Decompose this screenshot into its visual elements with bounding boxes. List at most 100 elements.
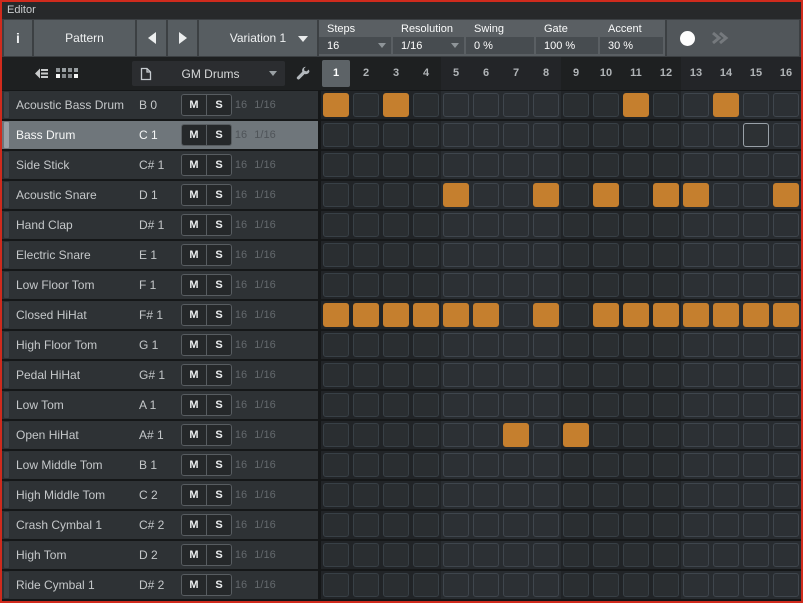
step-cell[interactable] xyxy=(383,453,409,477)
step-cell[interactable] xyxy=(773,423,799,447)
step-cell[interactable] xyxy=(383,513,409,537)
step-cell[interactable] xyxy=(593,513,619,537)
step-cell[interactable] xyxy=(413,513,439,537)
step-cell[interactable] xyxy=(623,273,649,297)
step-cell[interactable] xyxy=(383,213,409,237)
step-cell[interactable] xyxy=(623,153,649,177)
step-cell[interactable] xyxy=(683,543,709,567)
gate-value-field[interactable]: 100 % xyxy=(536,37,598,54)
step-cell[interactable] xyxy=(533,573,559,597)
drum-pads-icon[interactable] xyxy=(56,57,79,90)
step-cell[interactable] xyxy=(473,93,499,117)
step-cell[interactable] xyxy=(563,243,589,267)
step-cell[interactable] xyxy=(503,333,529,357)
step-cell[interactable] xyxy=(623,573,649,597)
step-cell[interactable] xyxy=(713,213,739,237)
step-cell[interactable] xyxy=(473,423,499,447)
step-cell[interactable] xyxy=(323,513,349,537)
step-cell[interactable] xyxy=(353,243,379,267)
step-cell[interactable] xyxy=(503,363,529,387)
wrench-icon[interactable] xyxy=(296,57,311,90)
step-cell[interactable] xyxy=(683,423,709,447)
mute-button[interactable]: M xyxy=(182,305,207,325)
step-cell[interactable] xyxy=(563,393,589,417)
drum-row-header[interactable]: Closed HiHat F# 1 M S 16 1/16 xyxy=(2,301,318,329)
drum-row-header[interactable]: Low Middle Tom B 1 M S 16 1/16 xyxy=(2,451,318,479)
mute-button[interactable]: M xyxy=(182,365,207,385)
step-cell[interactable] xyxy=(563,453,589,477)
step-cell[interactable] xyxy=(683,453,709,477)
step-cell[interactable] xyxy=(533,273,559,297)
drum-row-header[interactable]: Pedal HiHat G# 1 M S 16 1/16 xyxy=(2,361,318,389)
step-cell[interactable] xyxy=(563,363,589,387)
step-cell[interactable] xyxy=(713,303,739,327)
info-button[interactable]: i xyxy=(4,20,32,56)
row-drag-handle[interactable] xyxy=(4,212,9,238)
mute-button[interactable]: M xyxy=(182,185,207,205)
mute-button[interactable]: M xyxy=(182,275,207,295)
step-cell[interactable] xyxy=(683,393,709,417)
step-cell[interactable] xyxy=(533,93,559,117)
step-cell[interactable] xyxy=(743,213,769,237)
step-cell[interactable] xyxy=(623,333,649,357)
drum-row-header[interactable]: High Tom D 2 M S 16 1/16 xyxy=(2,541,318,569)
step-cell[interactable] xyxy=(383,273,409,297)
step-cell[interactable] xyxy=(353,543,379,567)
row-drag-handle[interactable] xyxy=(4,332,9,358)
step-cell[interactable] xyxy=(503,273,529,297)
step-cell[interactable] xyxy=(743,273,769,297)
step-cell[interactable] xyxy=(383,333,409,357)
step-cell[interactable] xyxy=(443,363,469,387)
step-cell[interactable] xyxy=(743,513,769,537)
step-cell[interactable] xyxy=(443,393,469,417)
step-cell[interactable] xyxy=(443,423,469,447)
step-cell[interactable] xyxy=(353,303,379,327)
step-cell[interactable] xyxy=(383,183,409,207)
step-cell[interactable] xyxy=(773,213,799,237)
drum-row-header[interactable]: Bass Drum C 1 M S 16 1/16 xyxy=(2,121,318,149)
drum-row-header[interactable]: Acoustic Snare D 1 M S 16 1/16 xyxy=(2,181,318,209)
row-drag-handle[interactable] xyxy=(4,272,9,298)
step-cell[interactable] xyxy=(773,573,799,597)
step-cell[interactable] xyxy=(443,483,469,507)
step-cell[interactable] xyxy=(413,303,439,327)
step-cell[interactable] xyxy=(683,213,709,237)
step-cell[interactable] xyxy=(743,543,769,567)
row-resolution-value[interactable]: 1/16 xyxy=(245,421,285,449)
mute-button[interactable]: M xyxy=(182,155,207,175)
step-cell[interactable] xyxy=(623,513,649,537)
step-cell[interactable] xyxy=(713,243,739,267)
step-cell[interactable] xyxy=(353,453,379,477)
step-cell[interactable] xyxy=(623,543,649,567)
step-cell[interactable] xyxy=(533,153,559,177)
drum-row-header[interactable]: High Floor Tom G 1 M S 16 1/16 xyxy=(2,331,318,359)
step-cell[interactable] xyxy=(383,483,409,507)
step-cell[interactable] xyxy=(383,243,409,267)
step-cell[interactable] xyxy=(503,93,529,117)
step-cell[interactable] xyxy=(773,303,799,327)
row-drag-handle[interactable] xyxy=(4,92,9,118)
step-cell[interactable] xyxy=(533,363,559,387)
step-cell[interactable] xyxy=(443,93,469,117)
mute-button[interactable]: M xyxy=(182,545,207,565)
mute-button[interactable]: M xyxy=(182,455,207,475)
step-cell[interactable] xyxy=(653,393,679,417)
step-cell[interactable] xyxy=(563,123,589,147)
step-cell[interactable] xyxy=(713,183,739,207)
drum-row-header[interactable]: Acoustic Bass Drum B 0 M S 16 1/16 xyxy=(2,91,318,119)
step-cell[interactable] xyxy=(683,93,709,117)
row-drag-handle[interactable] xyxy=(4,362,9,388)
step-cell[interactable] xyxy=(353,213,379,237)
step-cell[interactable] xyxy=(713,573,739,597)
drum-row-header[interactable]: Side Stick C# 1 M S 16 1/16 xyxy=(2,151,318,179)
step-cell[interactable] xyxy=(503,423,529,447)
step-cell[interactable] xyxy=(653,363,679,387)
step-cell[interactable] xyxy=(713,453,739,477)
step-cell[interactable] xyxy=(653,513,679,537)
step-cell[interactable] xyxy=(503,573,529,597)
step-cell[interactable] xyxy=(593,303,619,327)
step-cell[interactable] xyxy=(773,273,799,297)
step-cell[interactable] xyxy=(413,423,439,447)
step-cell[interactable] xyxy=(383,573,409,597)
step-cell[interactable] xyxy=(743,483,769,507)
